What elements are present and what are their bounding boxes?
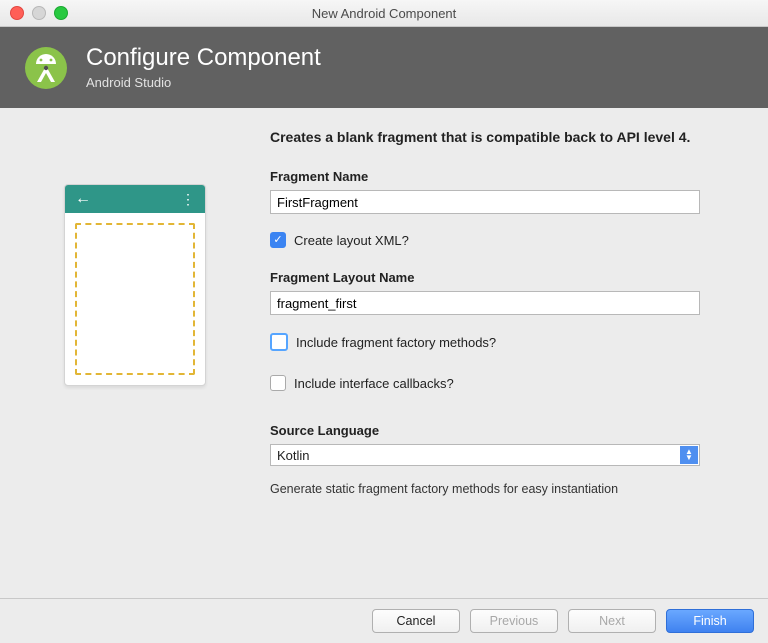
header-banner: Configure Component Android Studio — [0, 27, 768, 108]
form-column: Creates a blank fragment that is compati… — [270, 128, 738, 588]
source-language-label: Source Language — [270, 423, 738, 438]
header-title: Configure Component — [86, 45, 321, 71]
finish-button[interactable]: Finish — [666, 609, 754, 633]
content-area: ← ⋮ Creates a blank fragment that is com… — [0, 108, 768, 598]
hint-text: Generate static fragment factory methods… — [270, 482, 738, 496]
include-interface-callbacks-label: Include interface callbacks? — [294, 376, 454, 391]
cancel-button[interactable]: Cancel — [372, 609, 460, 633]
footer-buttons: Cancel Previous Next Finish — [0, 598, 768, 643]
window-title: New Android Component — [0, 6, 768, 21]
source-language-value: Kotlin — [277, 448, 310, 463]
include-factory-methods-row[interactable]: Include fragment factory methods? — [270, 333, 738, 351]
previous-button: Previous — [470, 609, 558, 633]
phone-appbar: ← ⋮ — [65, 185, 205, 213]
include-interface-callbacks-checkbox[interactable] — [270, 375, 286, 391]
fragment-layout-name-input[interactable] — [270, 291, 700, 315]
fragment-layout-name-label: Fragment Layout Name — [270, 270, 738, 285]
source-language-select[interactable]: Kotlin ▲▼ — [270, 444, 700, 466]
dropdown-arrows-icon[interactable]: ▲▼ — [680, 446, 698, 464]
next-button: Next — [568, 609, 656, 633]
back-arrow-icon: ← — [75, 191, 91, 207]
description-text: Creates a blank fragment that is compati… — [270, 128, 738, 147]
overflow-menu-icon: ⋮ — [181, 192, 195, 206]
fragment-name-label: Fragment Name — [270, 169, 738, 184]
phone-fragment-placeholder — [75, 223, 195, 375]
create-layout-xml-row[interactable]: ✓ Create layout XML? — [270, 232, 738, 248]
include-interface-callbacks-row[interactable]: Include interface callbacks? — [270, 375, 738, 391]
fragment-name-input[interactable] — [270, 190, 700, 214]
dialog-window: New Android Component Configure Componen… — [0, 0, 768, 643]
create-layout-xml-label: Create layout XML? — [294, 233, 409, 248]
titlebar: New Android Component — [0, 0, 768, 27]
preview-column: ← ⋮ — [30, 128, 240, 588]
header-subtitle: Android Studio — [86, 75, 321, 90]
include-factory-methods-label: Include fragment factory methods? — [296, 335, 496, 350]
android-studio-logo — [24, 46, 68, 90]
create-layout-xml-checkbox[interactable]: ✓ — [270, 232, 286, 248]
phone-preview: ← ⋮ — [64, 184, 206, 386]
header-text: Configure Component Android Studio — [86, 45, 321, 90]
include-factory-methods-checkbox[interactable] — [270, 333, 288, 351]
